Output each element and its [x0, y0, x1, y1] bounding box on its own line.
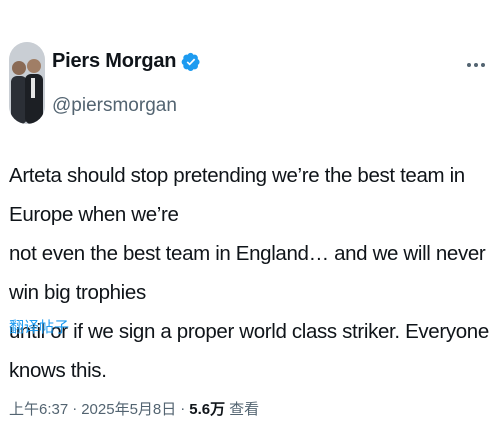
meta-separator: · [72, 400, 78, 417]
author-name-row: Piers Morgan [52, 50, 201, 73]
author-handle[interactable]: @piersmorgan [52, 95, 177, 117]
tweet-meta: 上午6:37 · 2025年5月8日 · 5.6万 查看 [9, 398, 259, 419]
tweet-date[interactable]: 2025年5月8日 [81, 398, 176, 419]
avatar-image [9, 42, 45, 124]
avatar[interactable] [9, 42, 45, 124]
tweet-card: Piers Morgan @piersmorgan Arteta should … [0, 0, 500, 440]
tweet-text: Arteta should stop pretending we’re the … [9, 164, 489, 382]
translate-post-link[interactable]: 翻译帖子 [9, 316, 69, 337]
views-label: 查看 [229, 401, 260, 418]
tweet-time[interactable]: 上午6:37 [9, 398, 68, 419]
meta-separator: · [180, 400, 186, 417]
more-options-icon[interactable] [466, 52, 486, 73]
author-display-name[interactable]: Piers Morgan [52, 50, 177, 73]
views-count: 5.6万 [189, 401, 226, 418]
verified-badge-icon [181, 52, 201, 72]
